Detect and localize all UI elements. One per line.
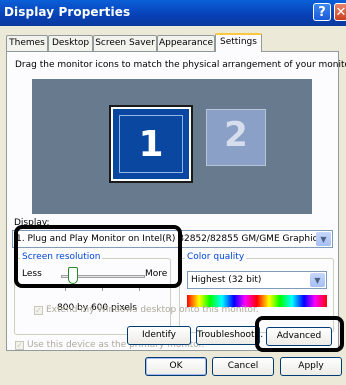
resolution-highlight: [14, 225, 182, 288]
palette-swatch: [303, 295, 316, 307]
cancel-button[interactable]: Cancel: [212, 357, 274, 376]
troubleshoot-button[interactable]: Troubleshoot...: [196, 326, 263, 345]
tab-screen-saver[interactable]: Screen Saver: [93, 35, 157, 51]
tab-themes[interactable]: Themes: [6, 35, 48, 51]
tab-settings[interactable]: Settings: [215, 33, 262, 52]
help-button[interactable]: ?: [313, 3, 331, 21]
monitor-2-icon[interactable]: 2: [206, 109, 266, 166]
extend-desktop-label: Extend my Windows desktop onto this moni…: [46, 305, 259, 315]
chevron-down-icon[interactable]: ▼: [310, 273, 325, 287]
tab-appearance[interactable]: Appearance: [157, 35, 215, 51]
close-button[interactable]: ✕: [334, 3, 346, 21]
palette-swatch: [268, 295, 281, 307]
palette-swatch: [315, 295, 327, 307]
primary-monitor-checkbox[interactable]: ✓: [15, 341, 24, 350]
monitor-arrangement-area[interactable]: 1 2: [32, 79, 312, 214]
color-quality-value: Highest (32 bit): [191, 275, 262, 285]
extend-desktop-checkbox[interactable]: ✓: [34, 306, 43, 315]
title-bar[interactable]: Display Properties ? ✕: [0, 0, 346, 26]
advanced-highlight: [255, 316, 344, 352]
color-quality-select[interactable]: Highest (32 bit) ▼: [187, 271, 327, 289]
palette-swatch: [291, 295, 304, 307]
tab-desktop[interactable]: Desktop: [48, 35, 93, 51]
chevron-down-icon[interactable]: ▼: [316, 232, 331, 246]
monitor-1-icon[interactable]: 1: [109, 105, 193, 183]
identify-button[interactable]: Identify: [127, 326, 191, 345]
apply-button[interactable]: Apply: [280, 357, 342, 376]
instruction-text: Drag the monitor icons to match the phys…: [15, 60, 346, 70]
color-quality-title: Color quality: [185, 252, 247, 262]
window-title: Display Properties: [4, 5, 131, 19]
ok-button[interactable]: OK: [145, 357, 207, 376]
palette-swatch: [280, 295, 292, 307]
